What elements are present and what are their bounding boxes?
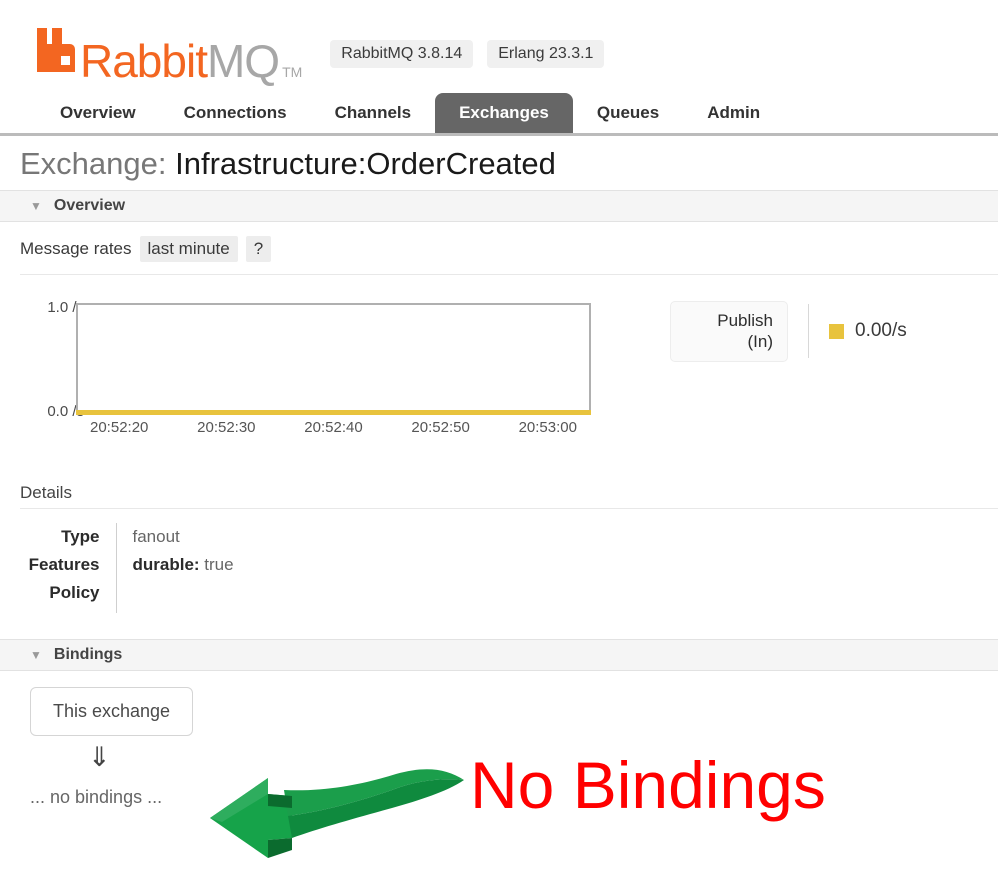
details-row-features: Features durable: true bbox=[0, 551, 536, 579]
chart-legend: Publish (In) 0.00/s bbox=[670, 301, 907, 362]
feature-durable-value: true bbox=[204, 555, 234, 574]
tab-overview[interactable]: Overview bbox=[36, 93, 160, 133]
version-badges: RabbitMQ 3.8.14 Erlang 23.3.1 bbox=[330, 40, 605, 68]
legend-divider bbox=[808, 304, 809, 359]
x-tick-0: 20:52:20 bbox=[90, 419, 149, 436]
message-rates-chart: 1.0 /s 0.0 /s 20:52:20 20:52:30 20:52:40… bbox=[20, 293, 640, 443]
page-title: Exchange: Infrastructure:OrderCreated bbox=[0, 136, 998, 190]
legend-key-line1: Publish bbox=[717, 311, 773, 330]
page-title-exchange-name: Infrastructure:OrderCreated bbox=[175, 146, 556, 181]
page-header: RabbitMQ TM RabbitMQ 3.8.14 Erlang 23.3.… bbox=[0, 0, 998, 92]
x-tick-4: 20:53:00 bbox=[518, 419, 577, 436]
logo-text-mq: MQ bbox=[206, 34, 280, 87]
details-row-policy: Policy bbox=[0, 579, 536, 613]
legend-color-swatch-icon bbox=[829, 323, 844, 339]
x-tick-1: 20:52:30 bbox=[197, 419, 256, 436]
details-row-type: Type fanout bbox=[0, 523, 536, 551]
publish-in-series-line bbox=[76, 410, 591, 415]
legend-value-group: 0.00/s bbox=[829, 320, 907, 342]
legend-publish-rate-value: 0.00/s bbox=[855, 320, 907, 342]
legend-key-line2: (In) bbox=[747, 332, 774, 352]
rabbitmq-logo[interactable]: RabbitMQ TM bbox=[36, 27, 302, 84]
bindings-section-header[interactable]: ▼ Bindings bbox=[0, 639, 998, 671]
rabbit-logo-icon bbox=[36, 27, 76, 78]
tab-exchanges[interactable]: Exchanges bbox=[435, 92, 573, 133]
tab-queues[interactable]: Queues bbox=[573, 93, 683, 133]
details-label-type: Type bbox=[61, 527, 100, 546]
rabbitmq-version-badge: RabbitMQ 3.8.14 bbox=[330, 40, 474, 68]
feature-durable-key: durable: bbox=[132, 555, 200, 574]
overview-section-title: Overview bbox=[53, 197, 126, 214]
main-navigation: Overview Connections Channels Exchanges … bbox=[0, 92, 998, 136]
message-rates-chart-area: 1.0 /s 0.0 /s 20:52:20 20:52:30 20:52:40… bbox=[0, 275, 998, 443]
x-axis-tick-labels: 20:52:20 20:52:30 20:52:40 20:52:50 20:5… bbox=[76, 419, 591, 436]
rates-period-selector[interactable]: last minute bbox=[139, 236, 238, 262]
erlang-version-badge: Erlang 23.3.1 bbox=[487, 40, 605, 68]
details-label-policy: Policy bbox=[49, 583, 100, 602]
x-tick-3: 20:52:50 bbox=[411, 419, 470, 436]
details-table: Type fanout Features durable: true Polic… bbox=[0, 523, 536, 613]
overview-section-header[interactable]: ▼ Overview bbox=[0, 190, 998, 222]
annotation-arrow-icon bbox=[196, 766, 468, 871]
tab-connections[interactable]: Connections bbox=[160, 93, 311, 133]
message-rates-label: Message rates bbox=[20, 239, 132, 258]
tab-admin[interactable]: Admin bbox=[683, 93, 784, 133]
x-tick-2: 20:52:40 bbox=[304, 419, 363, 436]
tab-channels[interactable]: Channels bbox=[311, 93, 436, 133]
details-value-features: durable: true bbox=[115, 551, 536, 579]
legend-key-publish-in[interactable]: Publish (In) bbox=[670, 301, 788, 362]
chart-plot-area bbox=[76, 303, 591, 413]
details-label-features: Features bbox=[28, 555, 100, 574]
rabbitmq-management-page: RabbitMQ TM RabbitMQ 3.8.14 Erlang 23.3.… bbox=[0, 0, 998, 882]
this-exchange-node[interactable]: This exchange bbox=[30, 687, 194, 736]
details-divider bbox=[20, 508, 998, 509]
rates-help-button[interactable]: ? bbox=[245, 236, 272, 262]
logo-trademark: TM bbox=[282, 63, 303, 80]
message-rates-controls: Message rates last minute ? bbox=[0, 222, 998, 268]
chevron-down-icon-bindings: ▼ bbox=[30, 648, 42, 662]
chevron-down-icon: ▼ bbox=[30, 199, 42, 213]
details-value-type: fanout bbox=[115, 523, 536, 551]
details-value-policy bbox=[115, 579, 536, 613]
page-title-prefix: Exchange: bbox=[20, 146, 167, 181]
logo-text-rabbit: Rabbit bbox=[80, 34, 208, 87]
annotation-label: No Bindings bbox=[470, 748, 826, 822]
bindings-section-title: Bindings bbox=[53, 646, 123, 663]
details-heading: Details bbox=[20, 483, 72, 502]
